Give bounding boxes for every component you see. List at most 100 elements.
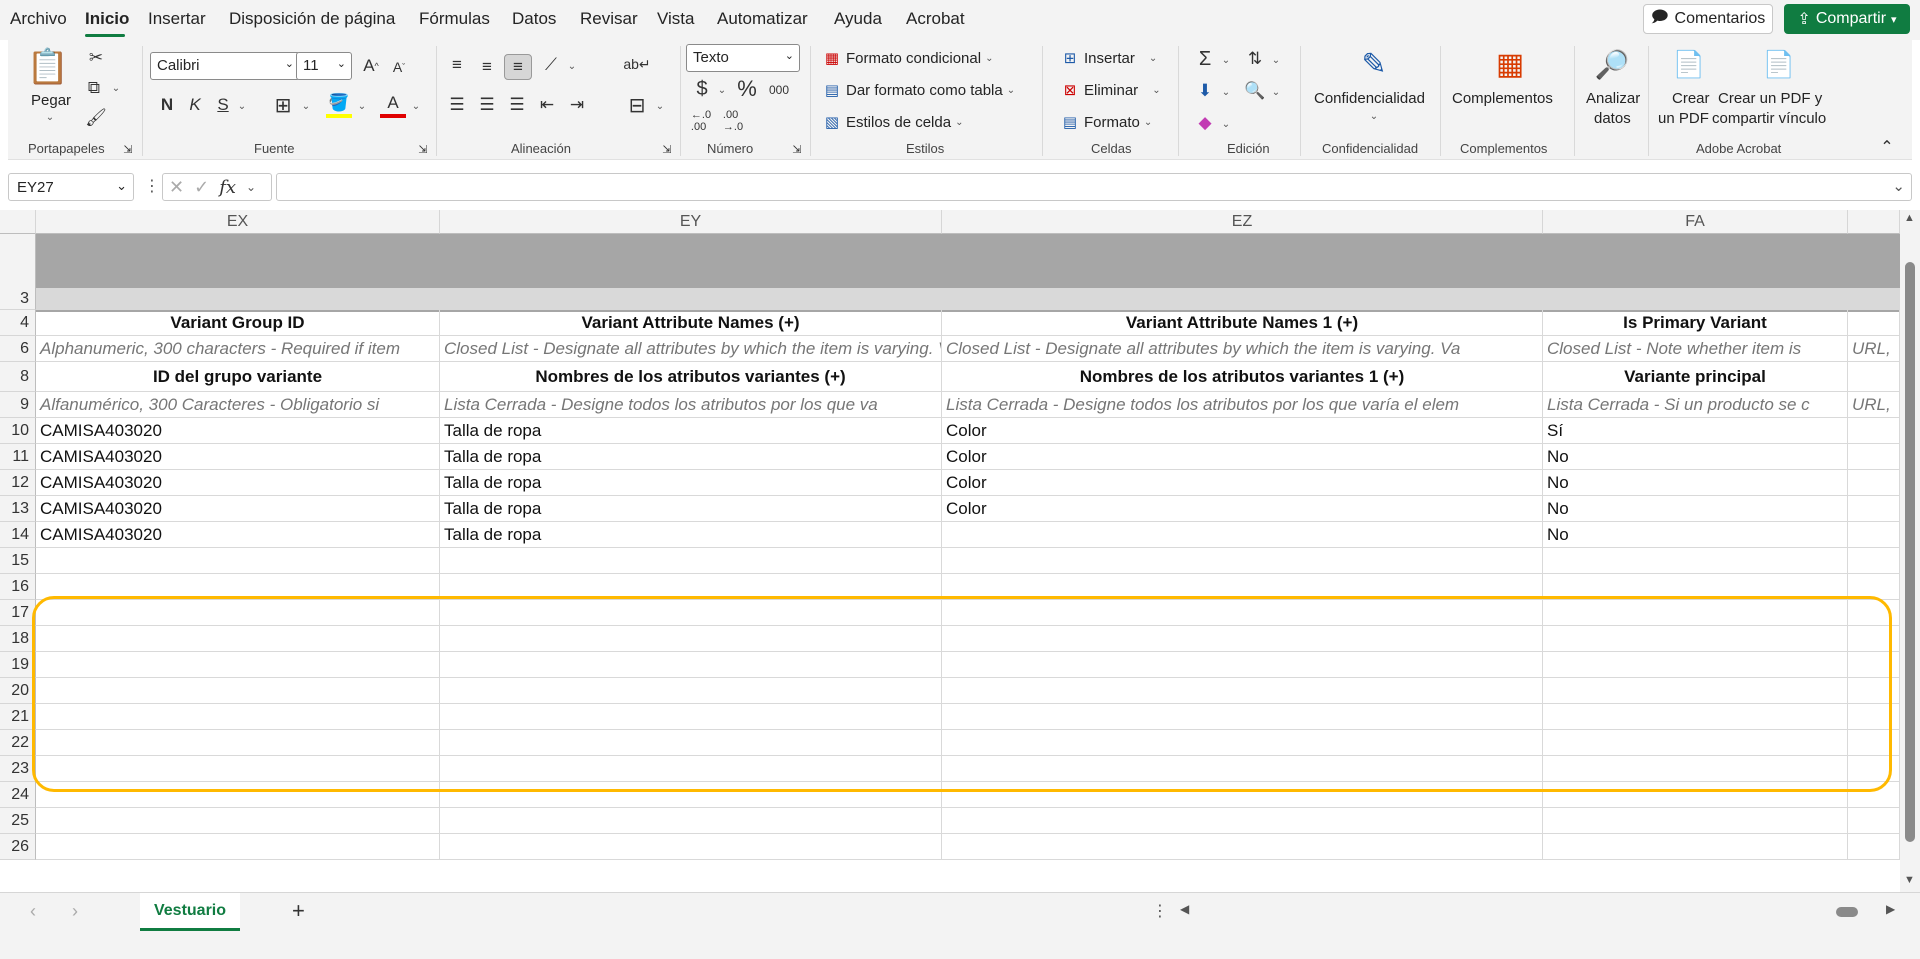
insert-cells-button[interactable]: ⊞ Insertar ⌄ — [1060, 46, 1158, 70]
row-header-20[interactable]: 20 — [0, 678, 36, 704]
increase-decimal-icon[interactable]: ←.0.00 — [688, 108, 714, 134]
create-pdf-icon[interactable]: 📄 — [1672, 46, 1706, 82]
column-header-ez[interactable]: EZ — [942, 210, 1543, 234]
scroll-right-icon[interactable]: ▶ — [1886, 902, 1895, 916]
chevron-down-icon[interactable]: ⌄ — [716, 84, 728, 96]
borders-icon[interactable]: ⊞ — [270, 92, 296, 118]
cell-fb8[interactable] — [1848, 362, 1900, 392]
chevron-down-icon[interactable]: ⌄ — [356, 100, 368, 112]
cell-ex25[interactable] — [36, 808, 440, 834]
cell-ey14[interactable]: Talla de ropa — [440, 522, 942, 548]
menu-inicio[interactable]: Inicio — [85, 9, 129, 29]
cell-fb14[interactable] — [1848, 522, 1900, 548]
row-header-22[interactable]: 22 — [0, 730, 36, 756]
sheet-tab-vestuario[interactable]: Vestuario — [140, 893, 240, 931]
cell-ey12[interactable]: Talla de ropa — [440, 470, 942, 496]
cell-fb4[interactable] — [1848, 310, 1900, 336]
formula-input[interactable]: ⌄ — [276, 173, 1912, 201]
chevron-down-icon[interactable]: ⌄ — [1220, 54, 1232, 66]
create-pdf-label-1[interactable]: Crear — [1672, 90, 1710, 107]
cell-ez8[interactable]: Nombres de los atributos variantes 1 (+) — [942, 362, 1543, 392]
cell-fa13[interactable]: No — [1543, 496, 1848, 522]
create-share-pdf-icon[interactable]: 📄 — [1762, 46, 1796, 82]
addins-icon[interactable]: ▦ — [1492, 46, 1528, 82]
row-header-19[interactable]: 19 — [0, 652, 36, 678]
vertical-scrollbar[interactable]: ▲ ▼ — [1900, 210, 1920, 892]
increase-indent-icon[interactable]: ⇥ — [564, 92, 590, 118]
copy-icon[interactable]: ⧉ — [82, 76, 106, 100]
format-as-table-button[interactable]: ▤ Dar formato como tabla ⌄ — [822, 78, 1015, 102]
chevron-down-icon[interactable]: ⌄ — [300, 100, 312, 112]
menu-ayuda[interactable]: Ayuda — [834, 9, 882, 29]
dialog-launcher-icon[interactable]: ⇲ — [121, 142, 135, 156]
cell-ex4[interactable]: Variant Group ID — [36, 310, 440, 336]
comments-button[interactable]: 🗩 Comentarios — [1643, 4, 1773, 34]
cell-ex14[interactable]: CAMISA403020 — [36, 522, 440, 548]
row-header-12[interactable]: 12 — [0, 470, 36, 496]
cell-ey13[interactable]: Talla de ropa — [440, 496, 942, 522]
cell-ex8[interactable]: ID del grupo variante — [36, 362, 440, 392]
collapse-ribbon-icon[interactable]: ⌃ — [1878, 138, 1896, 156]
addins-label[interactable]: Complementos — [1452, 90, 1553, 107]
cell-ez12[interactable]: Color — [942, 470, 1543, 496]
chevron-down-icon[interactable]: ⌄ — [1270, 54, 1282, 66]
row-header-16[interactable]: 16 — [0, 574, 36, 600]
chevron-down-icon[interactable]: ⌄ — [1270, 86, 1282, 98]
decrease-indent-icon[interactable]: ⇤ — [534, 92, 560, 118]
font-size-select[interactable]: 11 ⌄ — [296, 52, 352, 80]
cell-fa14[interactable]: No — [1543, 522, 1848, 548]
create-pdf-label-2[interactable]: un PDF — [1658, 110, 1709, 127]
row-header-13[interactable]: 13 — [0, 496, 36, 522]
row-header-17[interactable]: 17 — [0, 600, 36, 626]
cell-fa6[interactable]: Closed List - Note whether item is — [1543, 336, 1848, 362]
dialog-launcher-icon[interactable]: ⇲ — [416, 142, 430, 156]
menu-vista[interactable]: Vista — [657, 9, 695, 29]
chevron-down-icon[interactable]: ⌄ — [1220, 118, 1232, 130]
cell-fa12[interactable]: No — [1543, 470, 1848, 496]
cell-fb15[interactable] — [1848, 548, 1900, 574]
share-button[interactable]: ⇪ Compartir ▾ — [1784, 4, 1910, 34]
row-header-6[interactable]: 6 — [0, 336, 36, 362]
cell-fb12[interactable] — [1848, 470, 1900, 496]
confirm-icon[interactable]: ✓ — [194, 177, 209, 198]
column-header-fa[interactable]: FA — [1543, 210, 1848, 234]
currency-icon[interactable]: $ — [690, 76, 714, 102]
worksheet-grid[interactable]: EXEYEZFA234Variant Group IDVariant Attri… — [0, 210, 1920, 892]
merge-center-icon[interactable]: ⊟ — [624, 92, 650, 118]
font-name-select[interactable]: Calibri ⌄ — [150, 52, 300, 80]
column-header-next[interactable] — [1848, 210, 1900, 234]
add-sheet-button[interactable]: + — [292, 898, 305, 924]
cell-fb25[interactable] — [1848, 808, 1900, 834]
cell-fa26[interactable] — [1543, 834, 1848, 860]
align-bottom-icon[interactable]: ≡ — [504, 54, 532, 80]
cell-fa4[interactable]: Is Primary Variant — [1543, 310, 1848, 336]
cell-ex6[interactable]: Alphanumeric, 300 characters - Required … — [36, 336, 440, 362]
more-options-icon[interactable]: ⋮ — [144, 176, 160, 196]
menu-revisar[interactable]: Revisar — [580, 9, 638, 29]
cell-ez6[interactable]: Closed List - Designate all attributes b… — [942, 336, 1543, 362]
align-top-icon[interactable]: ≡ — [444, 52, 470, 78]
cell-ez26[interactable] — [942, 834, 1543, 860]
cell-ex12[interactable]: CAMISA403020 — [36, 470, 440, 496]
chevron-down-icon[interactable]: ⌄ — [236, 100, 248, 112]
align-center-icon[interactable]: ☰ — [474, 92, 500, 118]
underline-button[interactable]: S — [210, 92, 236, 118]
chevron-down-icon[interactable]: ⌄ — [1368, 110, 1380, 122]
cell-ez25[interactable] — [942, 808, 1543, 834]
analyze-label-2[interactable]: datos — [1594, 110, 1631, 127]
cell-fa25[interactable] — [1543, 808, 1848, 834]
chevron-down-icon[interactable]: ⌄ — [110, 82, 122, 94]
cell-ex10[interactable]: CAMISA403020 — [36, 418, 440, 444]
cell-fa10[interactable]: Sí — [1543, 418, 1848, 444]
menu-formulas[interactable]: Fórmulas — [419, 9, 490, 29]
cell-fa9[interactable]: Lista Cerrada - Si un producto se c — [1543, 392, 1848, 418]
menu-acrobat[interactable]: Acrobat — [906, 9, 965, 29]
fill-icon[interactable]: ⬇ — [1192, 78, 1218, 104]
sensitivity-icon[interactable]: ✎ — [1356, 44, 1392, 84]
cell-ey11[interactable]: Talla de ropa — [440, 444, 942, 470]
menu-datos[interactable]: Datos — [512, 9, 556, 29]
prev-sheet-icon[interactable]: ‹ — [30, 901, 36, 922]
row-header-9[interactable]: 9 — [0, 392, 36, 418]
row-header-15[interactable]: 15 — [0, 548, 36, 574]
more-options-icon[interactable]: ⋮ — [1152, 901, 1168, 921]
